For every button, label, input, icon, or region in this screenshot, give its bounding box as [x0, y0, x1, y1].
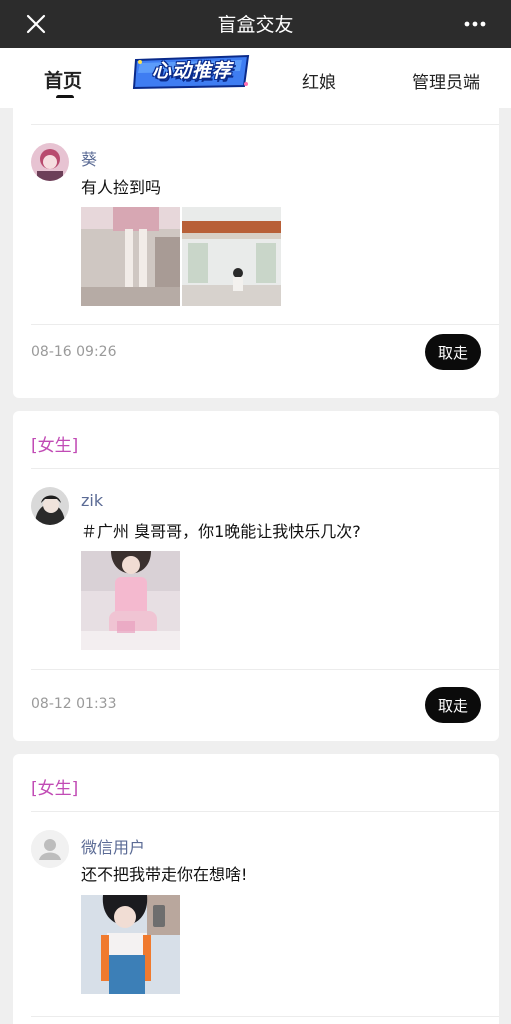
- divider: [31, 468, 499, 469]
- more-options-icon[interactable]: [461, 10, 489, 38]
- title-bar: 盲盒交友: [0, 0, 511, 48]
- avatar[interactable]: [31, 487, 69, 525]
- post-card: 葵 有人捡到吗 08-16 09:26 取走: [13, 98, 499, 398]
- tab-home[interactable]: 首页: [44, 66, 82, 93]
- tab-recommend[interactable]: 心动推荐: [130, 56, 254, 83]
- post-photo[interactable]: [81, 207, 180, 306]
- tab-matchmaker[interactable]: 红娘: [302, 68, 336, 93]
- divider: [31, 669, 499, 670]
- take-button[interactable]: 取走: [425, 334, 481, 370]
- post-text: 还不把我带走你在想啥!: [81, 865, 248, 884]
- username[interactable]: 微信用户: [81, 834, 145, 858]
- avatar[interactable]: [31, 143, 69, 181]
- post-card: [女生] zik ＃广州 臭哥哥，你1晚能让我快乐几次? 08-12 01:33…: [13, 411, 499, 741]
- post-time: 08-12 01:33: [31, 696, 117, 712]
- divider: [31, 811, 499, 812]
- take-button[interactable]: 取走: [425, 687, 481, 723]
- default-avatar-icon[interactable]: [31, 830, 69, 868]
- post-text: ＃广州 臭哥哥，你1晚能让我快乐几次?: [81, 522, 361, 541]
- page-title: 盲盒交友: [217, 14, 294, 36]
- username[interactable]: 葵: [81, 146, 97, 170]
- post-text: 有人捡到吗: [81, 178, 162, 197]
- post-photo[interactable]: [81, 895, 180, 994]
- post-photo[interactable]: [81, 551, 180, 650]
- post-photo[interactable]: [182, 207, 281, 306]
- divider: [31, 324, 499, 325]
- username[interactable]: zik: [81, 491, 103, 510]
- gender-tag: [女生]: [31, 779, 79, 799]
- gender-tag: [女生]: [31, 436, 79, 456]
- post-card: [女生] 微信用户 还不把我带走你在想啥!: [13, 754, 499, 1024]
- divider: [31, 1016, 499, 1017]
- tab-admin[interactable]: 管理员端: [412, 68, 480, 93]
- post-time: 08-16 09:26: [31, 344, 117, 360]
- divider: [31, 124, 499, 125]
